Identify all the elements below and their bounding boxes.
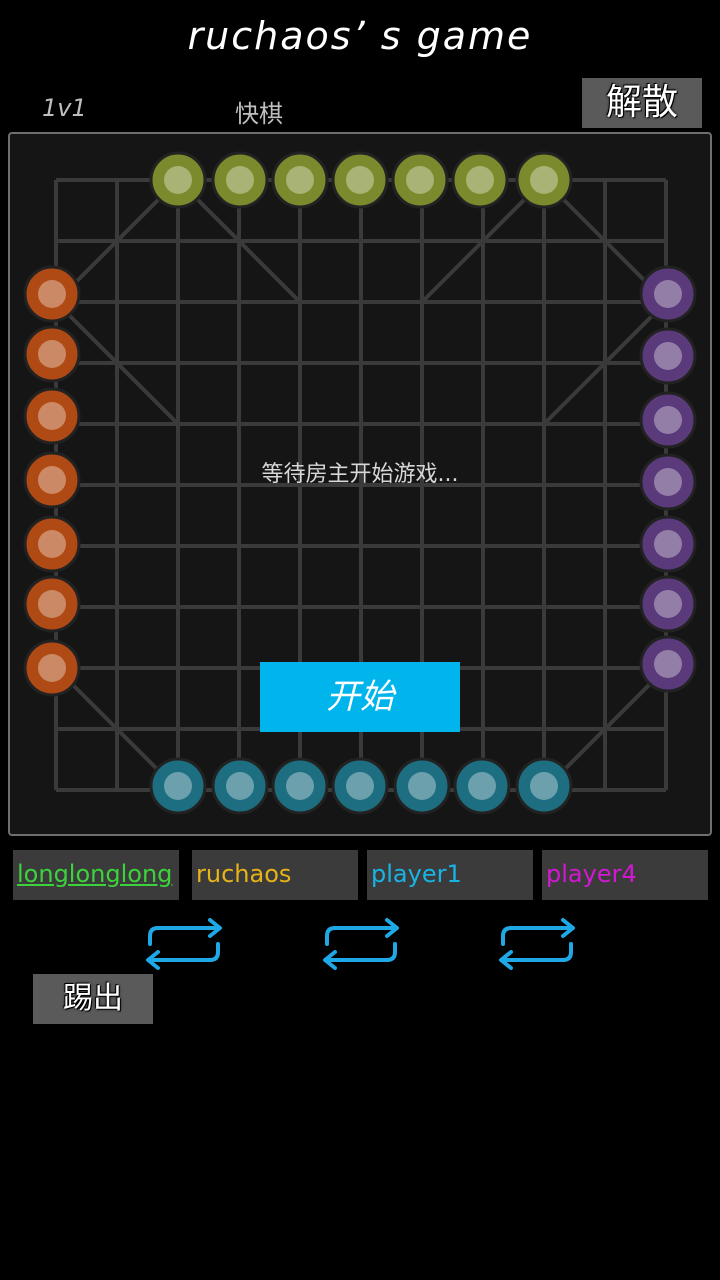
piece-emblem-icon bbox=[406, 166, 434, 194]
piece-emblem-icon bbox=[468, 772, 496, 800]
piece-emblem-icon bbox=[38, 654, 66, 682]
piece-emblem-icon bbox=[38, 280, 66, 308]
piece-emblem-icon bbox=[654, 280, 682, 308]
swap-icon[interactable] bbox=[497, 914, 577, 974]
piece-emblem-icon bbox=[654, 342, 682, 370]
mode-label: 1v1 bbox=[42, 94, 87, 122]
piece-emblem-icon bbox=[408, 772, 436, 800]
piece-emblem-icon bbox=[286, 772, 314, 800]
piece-emblem-icon bbox=[654, 590, 682, 618]
piece-emblem-icon bbox=[38, 590, 66, 618]
swap-icon[interactable] bbox=[321, 914, 401, 974]
player-slot-1[interactable]: longlonglong bbox=[13, 850, 179, 900]
game-title: ruchaos’ s game bbox=[187, 14, 533, 58]
piece-emblem-icon bbox=[164, 772, 192, 800]
kick-button[interactable]: 踢出 bbox=[33, 974, 153, 1024]
piece-emblem-icon bbox=[226, 166, 254, 194]
piece-emblem-icon bbox=[654, 650, 682, 678]
piece-emblem-icon bbox=[164, 166, 192, 194]
player-slot-4[interactable]: player4 bbox=[542, 850, 708, 900]
piece-emblem-icon bbox=[530, 772, 558, 800]
piece-emblem-icon bbox=[38, 402, 66, 430]
dissolve-button[interactable]: 解散 bbox=[582, 78, 702, 128]
waiting-status: 等待房主开始游戏... bbox=[261, 462, 459, 487]
piece-emblem-icon bbox=[226, 772, 254, 800]
player-slot-3[interactable]: player1 bbox=[367, 850, 533, 900]
piece-emblem-icon bbox=[38, 340, 66, 368]
start-button[interactable]: 开始 bbox=[260, 662, 460, 732]
piece-emblem-icon bbox=[466, 166, 494, 194]
piece-emblem-icon bbox=[346, 772, 374, 800]
speed-label: 快棋 bbox=[235, 100, 283, 128]
piece-emblem-icon bbox=[286, 166, 314, 194]
swap-icon[interactable] bbox=[144, 914, 224, 974]
piece-emblem-icon bbox=[346, 166, 374, 194]
game-board[interactable]: 等待房主开始游戏... 开始 bbox=[8, 132, 712, 836]
piece-emblem-icon bbox=[654, 530, 682, 558]
piece-emblem-icon bbox=[38, 530, 66, 558]
piece-emblem-icon bbox=[654, 406, 682, 434]
player-slot-2[interactable]: ruchaos bbox=[192, 850, 358, 900]
piece-emblem-icon bbox=[530, 166, 558, 194]
